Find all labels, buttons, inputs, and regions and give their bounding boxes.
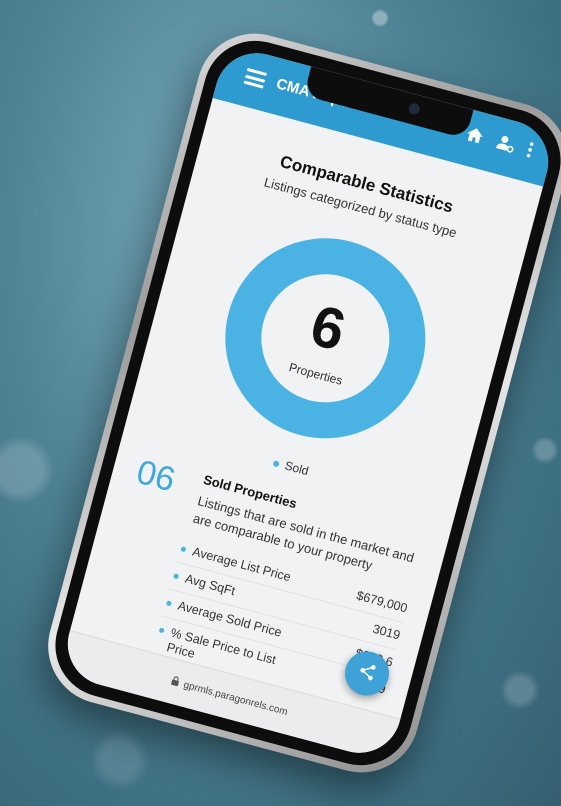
phone-frame: CMA Repo Comparable Statis [35, 20, 561, 786]
bullet-icon [158, 627, 165, 634]
phone-mockup: CMA Repo Comparable Statis [35, 20, 561, 786]
user-settings-icon[interactable] [495, 133, 517, 153]
phone-screen: CMA Repo Comparable Statis [58, 43, 558, 763]
main-content: Comparable Statistics Listings categoriz… [70, 98, 543, 720]
menu-icon[interactable] [243, 67, 267, 89]
legend-dot-sold [272, 459, 280, 468]
app-bar-actions [464, 125, 534, 158]
more-vert-icon[interactable] [526, 142, 534, 158]
bullet-icon [165, 600, 172, 607]
metric-value: $679,000 [354, 588, 409, 616]
sold-count: 06 [132, 452, 179, 500]
camera-icon [407, 102, 421, 116]
legend-label-sold: Sold [283, 458, 311, 479]
bullet-icon [173, 573, 180, 580]
metric-value: 3019 [371, 621, 402, 643]
share-icon [355, 660, 378, 687]
bullet-icon [180, 546, 187, 553]
url-text: gprmls.paragonrels.com [182, 679, 289, 718]
status-donut-chart: 6 Properties [203, 216, 448, 461]
home-icon[interactable] [464, 125, 486, 145]
lock-icon [170, 675, 181, 690]
phone-bezel: CMA Repo Comparable Statis [43, 29, 561, 777]
